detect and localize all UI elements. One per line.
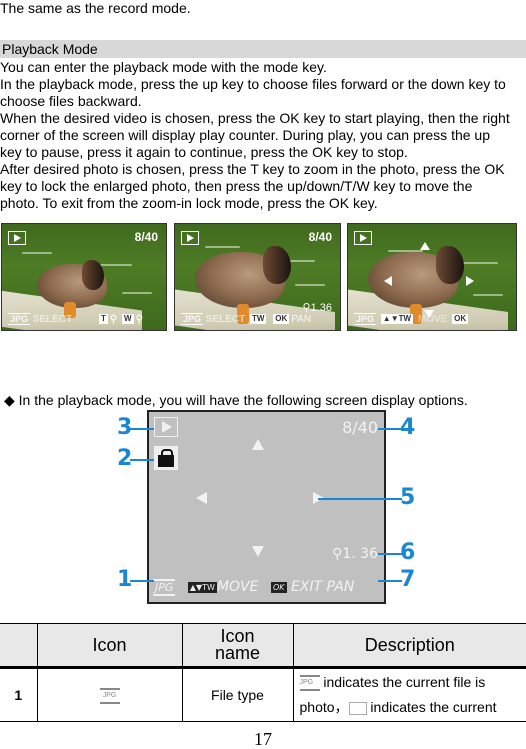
t-key-icon: T bbox=[99, 314, 108, 325]
table-header-row: Icon Icon name Description bbox=[0, 623, 526, 669]
section-heading-bar: Playback Mode bbox=[0, 40, 526, 58]
row-number: 1 bbox=[0, 667, 37, 722]
callout-line bbox=[378, 580, 402, 582]
pan-left-arrow-icon bbox=[384, 276, 392, 286]
diamond-bullet-icon: ◆ bbox=[4, 392, 15, 408]
osd-bottom-bar: JPG ▲▼TW MOVE OK EXIT PAN bbox=[153, 579, 354, 596]
hint-label: SELECT bbox=[32, 314, 73, 325]
playback-screen-photo-1: 8/40 JPG SELECT T ⚲ W ⚲ bbox=[1, 223, 167, 331]
callout-line bbox=[318, 498, 402, 500]
col-header-icon-name: Icon name bbox=[181, 623, 293, 669]
play-icon bbox=[181, 231, 199, 245]
callout-6: 6 bbox=[400, 540, 416, 565]
paragraph-line: When the desired video is chosen, press … bbox=[0, 110, 510, 126]
play-icon bbox=[8, 231, 26, 245]
col-header-number bbox=[0, 623, 37, 669]
osd-bottom-bar: JPG SELECT TW OK PAN bbox=[181, 313, 311, 325]
pan-label: PAN bbox=[291, 314, 312, 325]
pan-up-arrow-icon bbox=[252, 439, 264, 450]
paragraph-line: You can enter the playback mode with the… bbox=[0, 59, 327, 75]
row-icon-name: File type bbox=[181, 667, 293, 722]
move-keys-icon: ▲▼TW bbox=[380, 314, 414, 325]
paragraph-line: corner of the screen will display play c… bbox=[0, 127, 490, 143]
paragraph-line: photo. To exit from the zoom-in lock mod… bbox=[0, 195, 378, 211]
callout-5: 5 bbox=[400, 485, 416, 510]
move-keys-icon: ▲▼TW bbox=[187, 581, 217, 593]
icon-table: Icon Icon name Description 1 JPG File ty… bbox=[0, 623, 526, 722]
jpg-file-type-icon: JPG bbox=[8, 313, 31, 325]
bullet-item: ◆ In the playback mode, you will have th… bbox=[4, 392, 468, 409]
zoom-out-icon: ⚲ bbox=[135, 314, 143, 325]
row-description: JPG indicates the current file is photo，… bbox=[292, 667, 526, 722]
lock-icon bbox=[154, 446, 178, 470]
play-mode-icon bbox=[154, 417, 178, 437]
video-file-type-icon bbox=[348, 701, 367, 715]
file-counter: 8/40 bbox=[342, 418, 378, 437]
col-header-description: Description bbox=[292, 623, 526, 669]
zoom-icon: ⚲ bbox=[332, 546, 343, 562]
jpg-file-type-icon: JPG bbox=[181, 313, 204, 325]
callout-line bbox=[130, 428, 154, 430]
jpg-file-type-icon: JPG bbox=[99, 687, 120, 704]
zoom-level: ⚲1. 36 bbox=[332, 546, 378, 562]
ok-key-icon: OK bbox=[270, 581, 287, 593]
callout-4: 4 bbox=[400, 415, 416, 440]
callout-line bbox=[378, 553, 402, 555]
page-number: 17 bbox=[254, 729, 272, 749]
table-row: 1 JPG File type JPG indicates the curren… bbox=[0, 667, 526, 722]
hint-label: SELECT bbox=[205, 314, 246, 325]
file-counter: 8/40 bbox=[308, 230, 332, 244]
jpg-file-type-icon: JPG bbox=[354, 313, 377, 325]
hint-label: MOVE bbox=[417, 314, 448, 325]
bullet-text: In the playback mode, you will have the … bbox=[18, 392, 468, 408]
paragraph-line: key to pause, press it again to continue… bbox=[0, 144, 408, 160]
tw-key-icon: TW bbox=[250, 314, 267, 325]
callout-line bbox=[378, 428, 402, 430]
jpg-file-type-icon: JPG bbox=[299, 675, 320, 692]
paragraph-line: key to lock the enlarged photo, then pre… bbox=[0, 178, 473, 194]
col-header-icon: Icon bbox=[36, 623, 182, 669]
intro-text: The same as the record mode. bbox=[0, 0, 191, 16]
callout-line bbox=[130, 580, 154, 582]
screen-display-diagram: 8/40 ⚲1. 36 JPG ▲▼TW MOVE OK EXIT PAN bbox=[147, 410, 386, 604]
playback-screen-photo-3: JPG ▲▼TW MOVE OK bbox=[347, 223, 517, 331]
section-title: Playback Mode bbox=[2, 41, 98, 57]
zoom-in-icon: ⚲ bbox=[109, 314, 118, 325]
jpg-file-type-icon: JPG bbox=[153, 579, 176, 596]
ok-key-icon: OK bbox=[452, 314, 469, 325]
move-label: MOVE bbox=[216, 579, 259, 595]
ok-key-icon: OK bbox=[273, 314, 290, 325]
callout-line bbox=[130, 459, 154, 461]
pan-up-arrow-icon bbox=[420, 242, 430, 250]
playback-screen-photo-2: 8/40 ⚲1.36 JPG SELECT TW OK PAN bbox=[174, 223, 341, 331]
pan-left-arrow-icon bbox=[196, 492, 207, 504]
w-key-icon: W bbox=[122, 314, 134, 325]
pan-down-arrow-icon bbox=[252, 546, 264, 557]
paragraph-line: In the playback mode, press the up key t… bbox=[0, 76, 506, 92]
paragraph-line: After desired photo is chosen, press the… bbox=[0, 161, 505, 177]
osd-bottom-bar: JPG SELECT T ⚲ W ⚲ bbox=[8, 313, 143, 325]
callout-7: 7 bbox=[400, 567, 416, 592]
paragraph-line: choose files backward. bbox=[0, 93, 142, 109]
pan-right-arrow-icon bbox=[466, 276, 474, 286]
play-icon bbox=[354, 231, 372, 245]
row-icon: JPG bbox=[36, 667, 182, 722]
exit-pan-label: EXIT PAN bbox=[290, 579, 355, 595]
osd-bottom-bar: JPG ▲▼TW MOVE OK bbox=[354, 313, 470, 325]
file-counter: 8/40 bbox=[134, 230, 158, 244]
